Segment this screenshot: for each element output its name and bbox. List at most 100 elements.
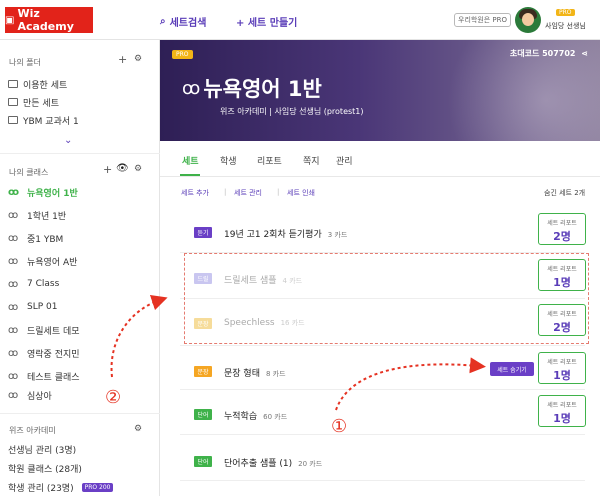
class-subtitle: 위즈 아카데미 | 사임당 선생님 (protest1) — [220, 107, 364, 116]
create-set-link[interactable]: + 세트 만들기 — [236, 14, 297, 29]
sidebar-academy-label: 학생 관리 (23명) — [8, 483, 74, 494]
people-icon: ꝏ — [8, 209, 18, 221]
class-settings-icon[interactable]: ⚙ — [134, 164, 142, 174]
set-type-tag: 단어 — [194, 456, 212, 467]
action-separator: | — [277, 188, 280, 196]
sidebar-folder-item[interactable]: 만든 세트 — [8, 94, 59, 110]
people-icon: ꝏ — [8, 324, 18, 336]
academy-heading: 위즈 아카데미 — [9, 426, 56, 435]
pro-200-badge: PRO 200 — [81, 482, 114, 492]
set-report-button[interactable]: 세트 리포트 1명 — [538, 352, 586, 384]
chevron-down-icon[interactable]: ⌄ — [64, 135, 72, 146]
row-divider — [180, 434, 585, 435]
sidebar-class-item[interactable]: ꝏ 뉴욕영어 A반 — [8, 253, 77, 269]
sidebar-academy-item[interactable]: 학원 클래스 (28개) — [8, 460, 82, 476]
tab-manage[interactable]: 관리 — [336, 154, 353, 167]
print-sets-link[interactable]: 세트 인쇄 — [287, 188, 315, 198]
sidebar-class-item[interactable]: ꝏ 드릴세트 데모 — [8, 322, 80, 338]
class-tabs: 세트 학생 리포트 쪽지 관리 — [160, 141, 600, 177]
add-set-link[interactable]: 세트 추가 — [181, 188, 209, 198]
sidebar: 나의 폴더 + ⚙ 이용한 세트 만든 세트 YBM 교과서 1 ⌄ 나의 클래… — [0, 40, 160, 496]
wiz-academy-logo[interactable]: ▣ Wiz Academy — [5, 7, 93, 33]
set-type-tag: 듣기 — [194, 227, 212, 238]
sidebar-class-item[interactable]: ꝏ 뉴욕영어 1반 — [8, 184, 78, 200]
tab-messages[interactable]: 쪽지 — [303, 154, 320, 167]
folders-heading: 나의 폴더 — [9, 58, 41, 67]
search-icon: ⌕ — [160, 16, 166, 27]
set-type-tag: 단어 — [194, 409, 212, 420]
set-report-button[interactable]: 세트 리포트 1명 — [538, 395, 586, 427]
sidebar-academy-label: 학원 클래스 (28개) — [8, 464, 82, 475]
people-icon: ꝏ — [8, 347, 18, 359]
sidebar-divider — [0, 153, 160, 154]
user-pro-badge: PRO — [556, 9, 575, 16]
sidebar-folder-label: 이용한 세트 — [23, 80, 68, 91]
sidebar-class-label: 중1 YBM — [27, 234, 64, 245]
hide-set-button[interactable]: 세트 숨기기 — [490, 362, 534, 376]
invite-code-text: 초대코드 507702 — [509, 49, 576, 58]
sidebar-class-item[interactable]: ꝏ SLP 01 — [8, 299, 57, 315]
set-card-count: 20 카드 — [298, 460, 323, 468]
set-row[interactable]: 단어 누적학습 60 카드 세트 리포트 1명 — [160, 395, 600, 439]
set-report-label: 세트 리포트 — [547, 402, 577, 409]
add-class-icon[interactable]: + — [103, 163, 112, 176]
sidebar-class-label: 테스트 클래스 — [27, 372, 80, 383]
user-name[interactable]: 사임당 선생님 — [545, 21, 586, 31]
sidebar-class-item[interactable]: ꝏ 심상아 — [8, 387, 52, 403]
action-separator: | — [224, 188, 227, 196]
active-tab-underline — [180, 174, 200, 176]
manage-sets-link[interactable]: 세트 관리 — [234, 188, 262, 198]
hidden-sets-count[interactable]: 숨긴 세트 2개 — [544, 188, 585, 198]
sidebar-class-label: 영락중 전지민 — [27, 349, 80, 360]
sidebar-class-label: 심상아 — [27, 391, 52, 402]
set-report-value: 1명 — [553, 412, 571, 425]
set-report-label: 세트 리포트 — [547, 220, 577, 227]
academy-pro-pill[interactable]: 우리학원은 PRO — [454, 13, 512, 27]
create-set-label: + 세트 만들기 — [236, 18, 298, 29]
sidebar-folder-item[interactable]: YBM 교과서 1 — [8, 112, 79, 128]
set-title-text: 19년 고1 2회차 듣기평가 — [224, 230, 322, 240]
set-row[interactable]: 듣기 19년 고1 2회차 듣기평가 3 카드 세트 리포트 2명 — [160, 213, 600, 257]
sidebar-class-label: 뉴욕영어 A반 — [27, 257, 78, 268]
set-search-link[interactable]: ⌕ 세트검색 — [160, 14, 206, 29]
set-title-text: 문장 형태 — [224, 369, 260, 379]
sidebar-class-label: SLP 01 — [27, 302, 58, 312]
logo-square-icon: ▣ — [5, 14, 15, 26]
people-icon: ꝏ — [8, 255, 18, 267]
set-type-tag: 문장 — [194, 366, 212, 377]
set-title: 문장 형태 8 카드 — [224, 366, 286, 379]
invite-code[interactable]: 초대코드 507702 ⋖ — [510, 48, 588, 59]
sidebar-academy-item[interactable]: 선생님 관리 (3명) — [8, 441, 76, 457]
sidebar-class-item[interactable]: ꝏ 테스트 클래스 — [8, 368, 80, 384]
sidebar-class-item[interactable]: ꝏ 중1 YBM — [8, 230, 63, 246]
sidebar-academy-item[interactable]: 학생 관리 (23명) PRO 200 — [8, 479, 114, 495]
set-title: 단어추출 샘플 (1) 20 카드 — [224, 456, 322, 469]
share-icon[interactable]: ⋖ — [581, 49, 588, 58]
set-report-button[interactable]: 세트 리포트 2명 — [538, 213, 586, 245]
set-report-value: 1명 — [553, 369, 571, 382]
classes-heading: 나의 클래스 — [9, 168, 49, 177]
sidebar-folder-item[interactable]: 이용한 세트 — [8, 76, 67, 92]
hidden-sets-highlight — [184, 253, 589, 344]
sidebar-class-item[interactable]: ꝏ 7 Class — [8, 276, 59, 292]
sidebar-class-label: 1학년 1반 — [27, 211, 67, 222]
row-divider — [180, 345, 585, 346]
academy-settings-icon[interactable]: ⚙ — [134, 424, 142, 434]
avatar[interactable] — [515, 7, 541, 33]
sidebar-class-item[interactable]: ꝏ 영락중 전지민 — [8, 345, 80, 361]
sidebar-academy-label: 선생님 관리 (3명) — [8, 445, 77, 456]
folder-icon — [8, 116, 18, 124]
people-icon: ꝏ — [182, 77, 200, 99]
sidebar-class-item[interactable]: ꝏ 1학년 1반 — [8, 207, 66, 223]
eye-icon[interactable]: 👁 — [116, 163, 129, 174]
tab-reports[interactable]: 리포트 — [257, 154, 282, 167]
add-folder-icon[interactable]: + — [118, 53, 127, 66]
people-icon: ꝏ — [8, 370, 18, 382]
class-title: ꝏ 뉴욕영어 1반 — [182, 73, 322, 103]
banner-pro-badge: PRO — [172, 50, 193, 59]
tab-sets[interactable]: 세트 — [182, 154, 199, 167]
set-card-count: 8 카드 — [265, 370, 286, 378]
tab-students[interactable]: 학생 — [220, 154, 237, 167]
row-divider — [180, 389, 585, 390]
folder-settings-icon[interactable]: ⚙ — [134, 54, 142, 64]
